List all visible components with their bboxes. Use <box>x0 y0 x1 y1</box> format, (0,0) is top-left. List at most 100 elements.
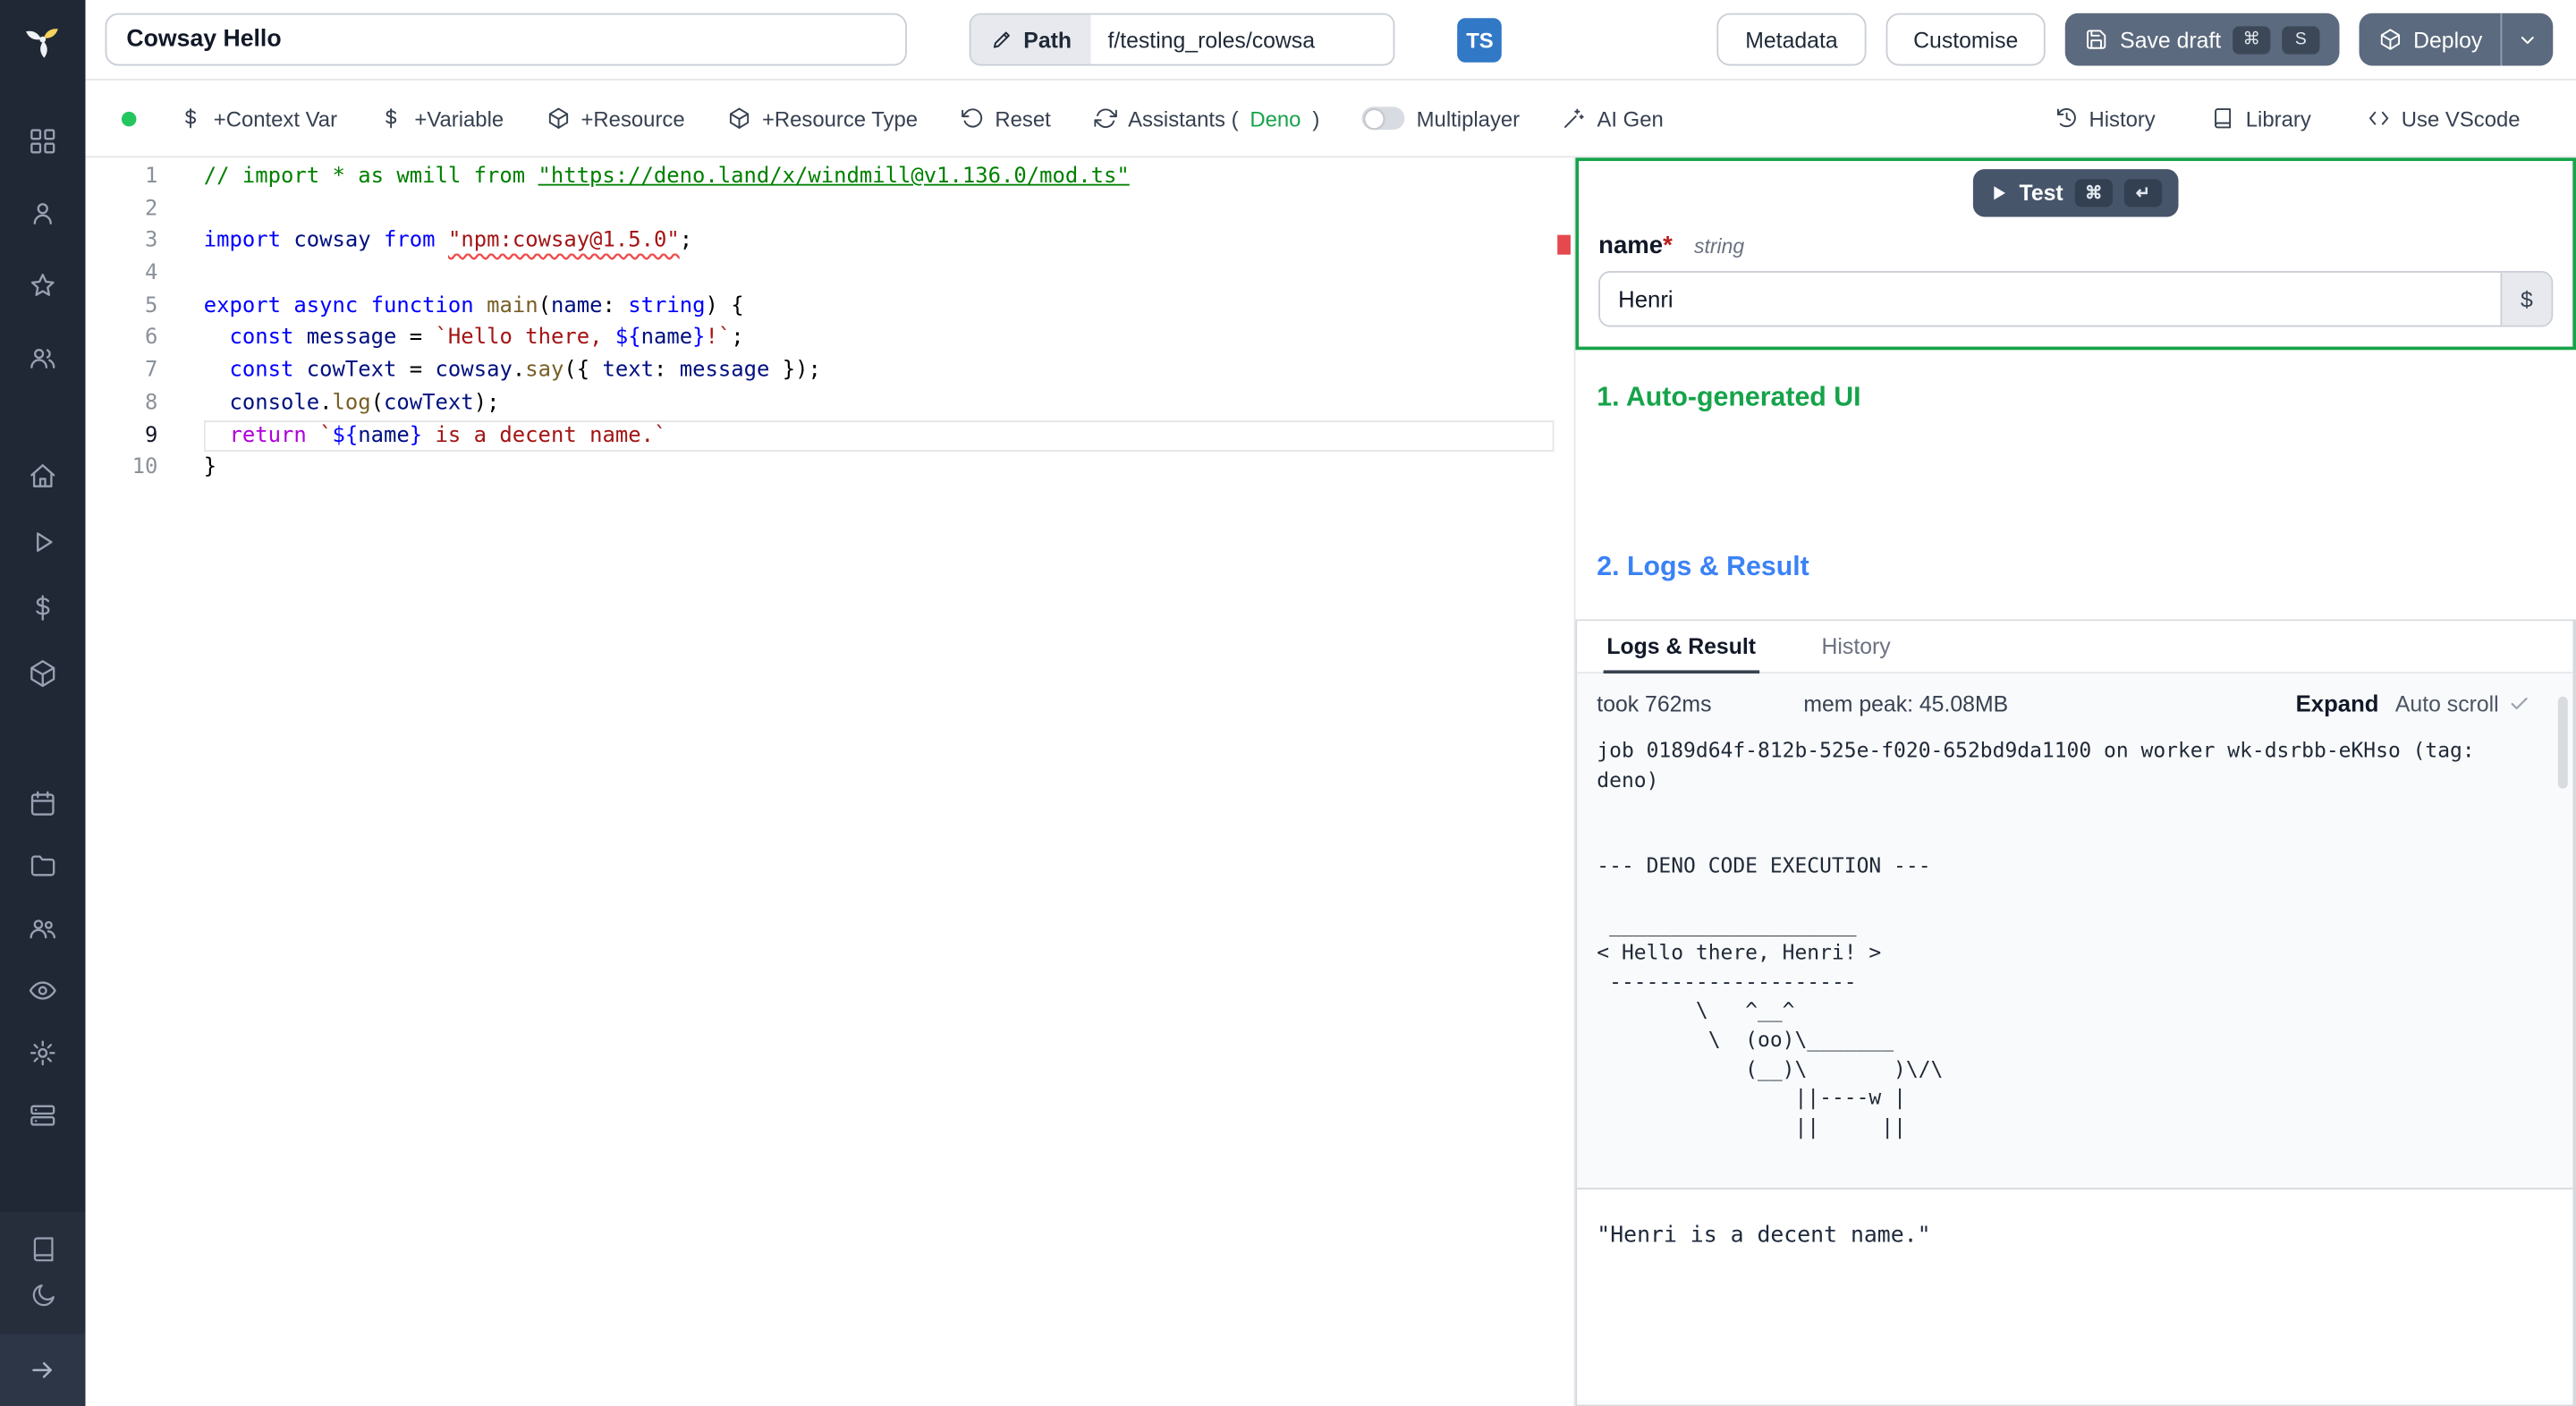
multiplayer-toggle[interactable] <box>1362 106 1405 131</box>
metadata-button[interactable]: Metadata <box>1717 13 1866 66</box>
home-icon <box>30 464 55 487</box>
mem-peak: mem peak: 45.08MB <box>1803 690 2009 716</box>
path-edit-button[interactable]: Path <box>970 14 1092 64</box>
play-icon <box>37 532 53 552</box>
script-name-input[interactable] <box>105 13 907 66</box>
save-draft-button[interactable]: Save draft ⌘ S <box>2065 13 2340 66</box>
auto-scroll-toggle[interactable]: Auto scroll <box>2395 690 2530 716</box>
save-kbd-key: S <box>2282 25 2320 54</box>
app: Path f/testing_roles/cowsa TS Metadata C… <box>0 0 2576 1406</box>
add-resource-button[interactable]: +Resource <box>547 106 685 131</box>
dollar-icon <box>36 595 50 621</box>
sidebar-item-runs[interactable] <box>0 509 86 574</box>
library-button[interactable]: Library <box>2211 106 2311 131</box>
test-kbd-enter: ↵ <box>2123 179 2162 208</box>
sidebar-item-settings[interactable] <box>0 1021 86 1084</box>
log-scrollbar-thumb[interactable] <box>2557 696 2568 789</box>
editor-toolbar: +Context Var +Variable +Resource +Resour… <box>85 80 2576 158</box>
sidebar-item-docs[interactable] <box>0 1225 86 1271</box>
resource-label: +Resource <box>580 106 685 131</box>
check-icon <box>2511 697 2528 709</box>
variable-label: +Variable <box>414 106 504 131</box>
cube-icon <box>548 107 568 129</box>
expand-button[interactable]: Expand <box>2296 690 2379 716</box>
reset-button[interactable]: Reset <box>961 106 1051 131</box>
path-label: Path <box>1023 27 1072 52</box>
ai-gen-label: AI Gen <box>1597 106 1664 131</box>
deploy-button[interactable]: Deploy <box>2359 13 2554 66</box>
logs-tabbar: Logs & Result History <box>1577 621 2573 674</box>
arg-type: string <box>1694 234 1745 258</box>
assistants-lang: Deno <box>1250 106 1301 131</box>
auto-ui-heading: 1. Auto-generated UI <box>1597 382 1861 413</box>
assistants-button[interactable]: Assistants ( Deno) <box>1093 106 1320 131</box>
insert-variable-button[interactable]: $ <box>2500 272 2552 326</box>
deploy-label: Deploy <box>2413 27 2483 52</box>
sidebar-item-apps[interactable] <box>0 106 86 178</box>
history-label: History <box>2089 106 2156 131</box>
package-icon <box>2380 29 2400 50</box>
resource-type-label: +Resource Type <box>761 106 919 131</box>
sidebar-item-dark-mode[interactable] <box>0 1272 86 1317</box>
library-book-icon <box>2215 108 2232 129</box>
use-vscode-label: Use VScode <box>2401 106 2521 131</box>
sidebar-item-groups[interactable] <box>0 897 86 960</box>
sidebar-item-audit-logs[interactable] <box>0 960 86 1022</box>
topbar-actions: Metadata Customise Save draft ⌘ S Deploy <box>1717 13 2554 66</box>
arg-name: name <box>1598 231 1664 260</box>
test-button-label: Test <box>2019 181 2063 206</box>
play-triangle-icon <box>1994 186 2006 200</box>
ai-gen-button[interactable]: AI Gen <box>1563 106 1664 131</box>
eye-icon <box>29 981 56 1000</box>
error-marker <box>1557 234 1571 255</box>
add-context-var-button[interactable]: +Context Var <box>179 106 337 131</box>
customise-button[interactable]: Customise <box>1885 13 2046 66</box>
deploy-dropdown-button[interactable] <box>2500 13 2554 66</box>
dollar-sign-icon <box>386 108 397 129</box>
use-vscode-button[interactable]: Use VScode <box>2367 106 2521 131</box>
windmill-logo[interactable] <box>0 0 86 79</box>
assistants-label: Assistants ( <box>1128 106 1239 131</box>
sidebar-group-top <box>0 79 86 394</box>
tab-logs-result[interactable]: Logs & Result <box>1603 621 1759 674</box>
toolbar-right: History Library Use VScode <box>2055 106 2521 131</box>
sidebar-item-resources[interactable] <box>0 640 86 706</box>
history-button[interactable]: History <box>2055 106 2156 131</box>
save-kbd-mod: ⌘ <box>2233 25 2271 54</box>
content: 1 2 3 4 5 6 7 8 9 10 // import * as wmill from "h… <box>85 157 2576 1406</box>
test-kbd-mod: ⌘ <box>2074 179 2113 208</box>
refresh-icon <box>1093 108 1117 128</box>
sidebar-item-workers[interactable] <box>0 1084 86 1147</box>
log-output: job 0189d64f-812b-525e-f020-652bd9da1100… <box>1597 737 2475 1139</box>
sidebar-item-home[interactable] <box>0 444 86 509</box>
add-variable-button[interactable]: +Variable <box>380 106 504 131</box>
multiplayer-toggle-group: Multiplayer <box>1362 106 1520 131</box>
tab-history[interactable]: History <box>1818 621 1894 672</box>
sidebar-item-favorites[interactable] <box>0 250 86 322</box>
sidebar-bottom <box>0 1212 86 1406</box>
reset-label: Reset <box>995 106 1051 131</box>
rotate-ccw-icon <box>961 108 982 128</box>
sidebar-item-profile[interactable] <box>0 177 86 250</box>
editor-code[interactable]: // import * as wmill from "https://deno.… <box>181 161 1555 1406</box>
sidebar-expand-button[interactable] <box>0 1334 86 1406</box>
overview-ruler <box>1555 161 1574 1406</box>
sidebar-item-folders[interactable] <box>0 834 86 897</box>
sidebar-item-schedules[interactable] <box>0 772 86 834</box>
code-editor[interactable]: 1 2 3 4 5 6 7 8 9 10 // import * as wmill from "h… <box>85 157 1574 1406</box>
clock-history-icon <box>2056 107 2076 128</box>
path-control[interactable]: Path f/testing_roles/cowsa <box>969 13 1395 66</box>
chevron-down-icon <box>2521 36 2534 44</box>
add-resource-type-button[interactable]: +Resource Type <box>727 106 918 131</box>
name-arg-input[interactable] <box>1598 271 2554 327</box>
sidebar-item-members[interactable] <box>0 322 86 394</box>
wand-icon <box>1564 108 1584 128</box>
floppy-icon <box>2087 30 2107 49</box>
cube-icon <box>30 660 55 688</box>
assistants-label-close: ) <box>1312 106 1320 131</box>
workers-icon <box>30 1105 55 1126</box>
sidebar-item-variables[interactable] <box>0 575 86 640</box>
logs-result-heading: 2. Logs & Result <box>1597 552 1809 582</box>
test-button[interactable]: Test ⌘ ↵ <box>1973 169 2179 217</box>
required-asterisk: * <box>1663 231 1673 260</box>
